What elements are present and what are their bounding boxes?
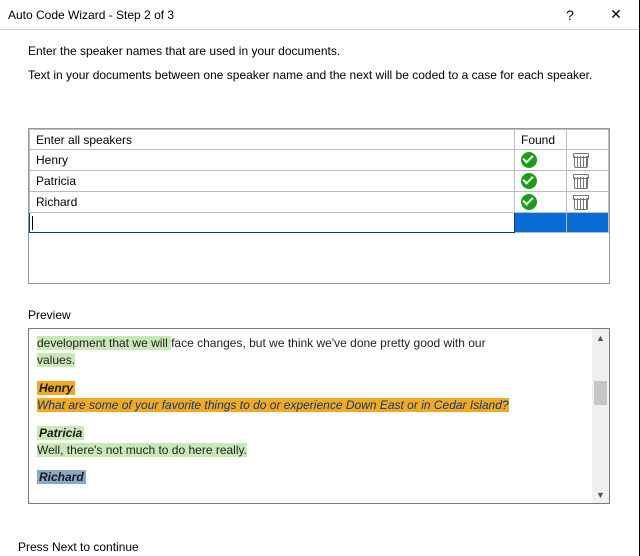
preview-line: development that we will face changes, b… xyxy=(37,335,586,352)
content-area: Enter the speaker names that are used in… xyxy=(0,30,639,504)
table-row: Richard xyxy=(30,192,609,213)
instruction-line-1: Enter the speaker names that are used in… xyxy=(28,44,611,58)
speaker-name-cell[interactable]: Richard xyxy=(30,192,515,213)
window-title: Auto Code Wizard - Step 2 of 3 xyxy=(8,8,547,22)
check-icon xyxy=(521,173,537,189)
table-row: Patricia xyxy=(30,171,609,192)
preview-line: Well, there's not much to do here really… xyxy=(37,442,586,459)
close-button[interactable]: ✕ xyxy=(593,0,639,30)
trash-icon xyxy=(573,195,587,210)
table-header-row: Enter all speakers Found xyxy=(30,130,609,150)
preview-line: values. xyxy=(37,352,586,369)
speaker-name-cell[interactable]: Henry xyxy=(30,150,515,171)
speaker-tag-henry: Henry xyxy=(37,381,75,395)
trash-icon xyxy=(573,153,587,168)
scroll-thumb[interactable] xyxy=(594,381,607,405)
preview-scrollbar[interactable]: ▲ ▼ xyxy=(592,329,609,503)
text-caret xyxy=(32,216,33,230)
table-row-new xyxy=(30,213,609,233)
preview-speaker-block: Henry xyxy=(37,380,586,397)
found-cell xyxy=(515,192,567,213)
preview-label: Preview xyxy=(28,308,611,322)
col-header-name: Enter all speakers xyxy=(30,130,515,150)
check-icon xyxy=(521,152,537,168)
trash-icon xyxy=(573,174,587,189)
table-row: Henry xyxy=(30,150,609,171)
found-cell-selected xyxy=(515,213,567,233)
preview-line: What are some of your favorite things to… xyxy=(37,397,586,414)
found-cell xyxy=(515,150,567,171)
found-cell xyxy=(515,171,567,192)
preview-content: development that we will face changes, b… xyxy=(29,329,592,503)
new-speaker-input[interactable] xyxy=(30,213,515,233)
delete-cell[interactable] xyxy=(567,192,609,213)
preview-speaker-block: Patricia xyxy=(37,425,586,442)
speaker-tag-richard: Richard xyxy=(37,470,86,484)
footer-hint: Press Next to continue xyxy=(18,540,139,554)
speaker-name-cell[interactable]: Patricia xyxy=(30,171,515,192)
check-icon xyxy=(521,194,537,210)
scroll-up-icon[interactable]: ▲ xyxy=(592,329,609,346)
instruction-line-2: Text in your documents between one speak… xyxy=(28,68,611,82)
delete-cell[interactable] xyxy=(567,150,609,171)
speakers-table-container: Enter all speakers Found Henry Patricia … xyxy=(28,128,610,284)
delete-cell[interactable] xyxy=(567,171,609,192)
titlebar: Auto Code Wizard - Step 2 of 3 ? ✕ xyxy=(0,0,639,30)
col-header-found: Found xyxy=(515,130,567,150)
delete-cell-selected xyxy=(567,213,609,233)
col-header-delete xyxy=(567,130,609,150)
speaker-tag-patricia: Patricia xyxy=(37,426,84,440)
speakers-table: Enter all speakers Found Henry Patricia … xyxy=(29,129,609,233)
preview-box: development that we will face changes, b… xyxy=(28,328,610,504)
preview-speaker-block: Richard xyxy=(37,469,586,486)
help-button[interactable]: ? xyxy=(547,0,593,30)
scroll-down-icon[interactable]: ▼ xyxy=(592,486,609,503)
